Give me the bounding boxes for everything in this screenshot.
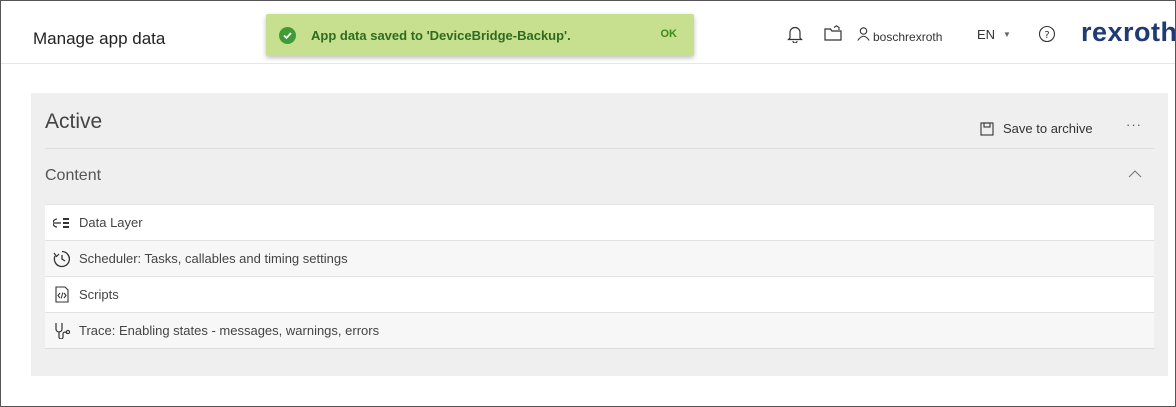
brand-logo: rexroth xyxy=(1081,17,1176,47)
chevron-down-icon[interactable]: ▼ xyxy=(1003,30,1011,39)
data-layer-icon xyxy=(52,216,72,230)
more-options-button[interactable]: ··· xyxy=(1126,117,1142,132)
scripts-icon xyxy=(52,286,72,303)
list-item-label: Trace: Enabling states - messages, warni… xyxy=(79,323,380,338)
trace-icon xyxy=(52,322,72,339)
list-item-label: Data Layer xyxy=(79,215,143,230)
list-item-trace[interactable]: Trace: Enabling states - messages, warni… xyxy=(45,312,1154,349)
top-bar: Manage app data App data saved to 'Devic… xyxy=(1,1,1175,64)
divider xyxy=(45,348,1154,349)
success-toast: App data saved to 'DeviceBridge-Backup'.… xyxy=(266,14,694,56)
list-item-scheduler[interactable]: Scheduler: Tasks, callables and timing s… xyxy=(45,240,1154,276)
list-item-data-layer[interactable]: Data Layer xyxy=(45,204,1154,240)
save-to-archive-button[interactable]: Save to archive xyxy=(980,121,1093,136)
scheduler-icon xyxy=(52,250,72,268)
help-icon[interactable]: ? xyxy=(1038,25,1056,43)
active-panel: Active Save to archive ··· Content Data … xyxy=(31,93,1168,376)
save-to-archive-label: Save to archive xyxy=(1003,121,1093,136)
toast-ok-button[interactable]: OK xyxy=(661,28,678,40)
chevron-up-icon[interactable] xyxy=(1128,169,1142,178)
panel-header: Active Save to archive ··· xyxy=(31,93,1168,149)
content-list: Data Layer Scheduler: Tasks, callables a… xyxy=(45,204,1154,349)
check-circle-icon xyxy=(279,26,296,44)
page-title: Manage app data xyxy=(33,29,166,48)
list-item-label: Scripts xyxy=(79,287,119,302)
language-selector[interactable]: EN xyxy=(977,27,995,42)
save-icon xyxy=(980,121,994,136)
folder-icon[interactable] xyxy=(824,25,842,41)
svg-text:?: ? xyxy=(1044,30,1049,41)
toast-message: App data saved to 'DeviceBridge-Backup'. xyxy=(311,27,571,43)
section-title: Content xyxy=(45,167,102,184)
content-section-toggle[interactable]: Content xyxy=(45,149,1154,204)
bell-icon[interactable] xyxy=(787,25,803,43)
user-icon[interactable] xyxy=(857,27,870,41)
username-label[interactable]: boschrexroth xyxy=(873,30,942,44)
list-item-label: Scheduler: Tasks, callables and timing s… xyxy=(79,251,348,266)
list-item-scripts[interactable]: Scripts xyxy=(45,276,1154,312)
panel-title: Active xyxy=(45,110,103,133)
app-window: Manage app data App data saved to 'Devic… xyxy=(0,0,1176,407)
